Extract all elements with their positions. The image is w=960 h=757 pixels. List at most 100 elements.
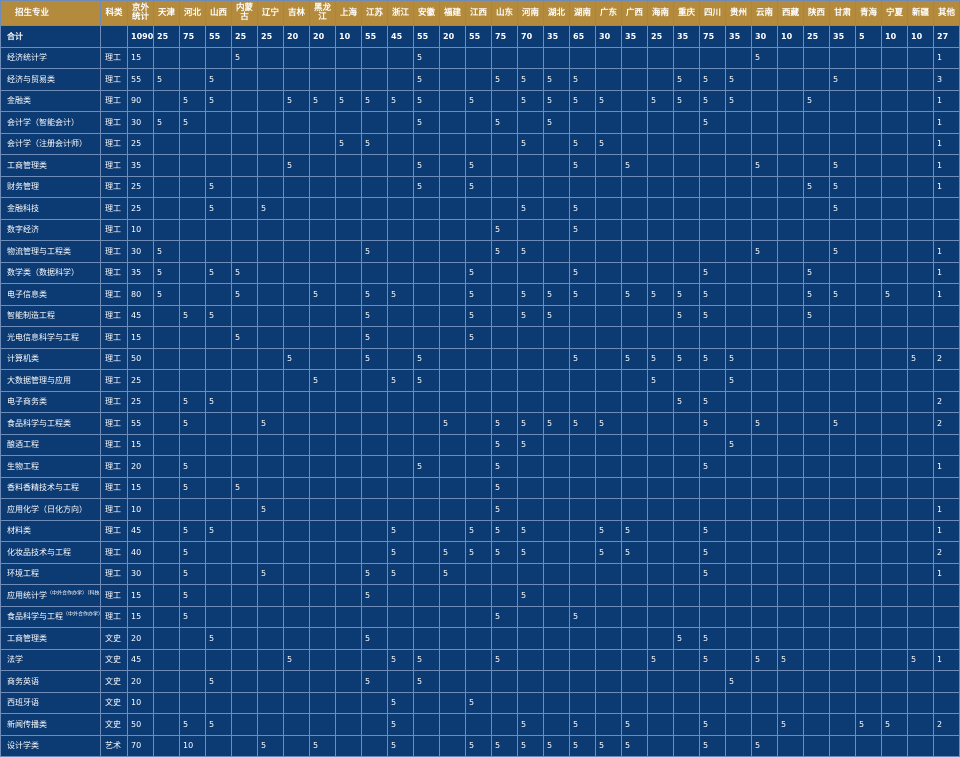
quota-cell — [413, 734, 440, 757]
category-cell: 文史 — [100, 670, 128, 693]
quota-cell — [439, 326, 466, 349]
quota-cell — [153, 691, 180, 714]
quota-cell — [595, 261, 622, 284]
quota-cell — [335, 562, 362, 585]
quota-cell: 5 — [465, 154, 492, 177]
quota-cell: 5 — [517, 713, 544, 736]
quota-cell — [543, 713, 570, 736]
quota-cell — [673, 46, 700, 69]
quota-cell: 2 — [933, 390, 960, 413]
quota-cell — [387, 455, 414, 478]
quota-cell — [569, 433, 596, 456]
quota-cell — [491, 304, 518, 327]
quota-cell — [309, 111, 336, 134]
outside-beijing-cell: 80 — [127, 283, 154, 306]
table-row: 商务英语 文史 20 5 5 5 5 — [0, 670, 960, 693]
quota-cell: 5 — [725, 670, 752, 693]
major-label: 应用统计学 — [7, 590, 47, 600]
quota-cell — [231, 175, 258, 198]
header-province: 江西 — [465, 0, 492, 26]
quota-cell — [205, 154, 232, 177]
quota-cell — [595, 390, 622, 413]
quota-cell — [751, 605, 778, 628]
quota-cell — [283, 390, 310, 413]
quota-cell: 5 — [829, 412, 856, 435]
quota-cell — [595, 197, 622, 220]
major-label: 商务英语 — [7, 676, 39, 686]
quota-cell — [777, 197, 804, 220]
outside-beijing-cell: 30 — [127, 111, 154, 134]
quota-cell: 5 — [283, 89, 310, 112]
quota-cell — [387, 584, 414, 607]
quota-cell — [855, 412, 882, 435]
quota-cell: 5 — [517, 433, 544, 456]
quota-cell — [517, 605, 544, 628]
quota-cell: 5 — [413, 347, 440, 370]
major-label: 应用化学（日化方向） — [7, 504, 87, 514]
quota-cell: 5 — [361, 304, 388, 327]
quota-cell — [413, 412, 440, 435]
quota-cell — [595, 691, 622, 714]
quota-cell — [777, 68, 804, 91]
quota-cell — [751, 68, 778, 91]
quota-cell — [751, 519, 778, 542]
outside-beijing-cell: 20 — [127, 670, 154, 693]
category-cell: 理工 — [100, 197, 128, 220]
quota-cell — [725, 111, 752, 134]
quota-cell — [231, 240, 258, 263]
quota-cell — [491, 326, 518, 349]
quota-cell — [179, 326, 206, 349]
quota-cell — [231, 369, 258, 392]
major-label: 新闻传播类 — [7, 719, 47, 729]
quota-cell — [283, 369, 310, 392]
quota-cell — [491, 89, 518, 112]
major-name: 电子商务类 — [0, 390, 101, 413]
quota-cell — [439, 197, 466, 220]
quota-cell — [725, 218, 752, 241]
quota-cell — [829, 476, 856, 499]
quota-cell — [517, 670, 544, 693]
quota-cell — [205, 691, 232, 714]
quota-cell: 5 — [647, 283, 674, 306]
quota-cell — [543, 476, 570, 499]
quota-cell — [699, 132, 726, 155]
quota-cell: 5 — [205, 68, 232, 91]
quota-cell — [517, 369, 544, 392]
total-outside-beijing: 1090 — [127, 25, 154, 48]
quota-cell: 5 — [439, 412, 466, 435]
quota-cell — [621, 498, 648, 521]
quota-cell — [465, 111, 492, 134]
quota-cell: 5 — [283, 347, 310, 370]
quota-cell — [439, 734, 466, 757]
quota-cell — [257, 605, 284, 628]
quota-cell — [205, 584, 232, 607]
quota-cell — [907, 541, 934, 564]
quota-cell — [647, 455, 674, 478]
quota-cell — [491, 390, 518, 413]
major-label: 环境工程 — [7, 569, 39, 579]
outside-beijing-cell: 40 — [127, 541, 154, 564]
quota-cell — [569, 304, 596, 327]
quota-cell — [517, 390, 544, 413]
quota-cell — [231, 648, 258, 671]
quota-cell — [231, 584, 258, 607]
quota-cell: 5 — [569, 347, 596, 370]
quota-cell: 5 — [361, 584, 388, 607]
quota-cell — [855, 455, 882, 478]
category-cell: 理工 — [100, 562, 128, 585]
header-province: 云南 — [751, 0, 778, 26]
quota-cell — [933, 326, 960, 349]
quota-cell — [647, 111, 674, 134]
header-province: 吉林 — [283, 0, 310, 26]
outside-beijing-cell: 15 — [127, 584, 154, 607]
quota-cell — [309, 648, 336, 671]
header-province: 天津 — [153, 0, 180, 26]
quota-cell — [595, 304, 622, 327]
quota-cell — [205, 369, 232, 392]
quota-cell — [621, 304, 648, 327]
quota-cell: 5 — [647, 89, 674, 112]
quota-cell — [439, 648, 466, 671]
quota-cell — [257, 175, 284, 198]
quota-cell — [335, 68, 362, 91]
quota-cell — [257, 261, 284, 284]
